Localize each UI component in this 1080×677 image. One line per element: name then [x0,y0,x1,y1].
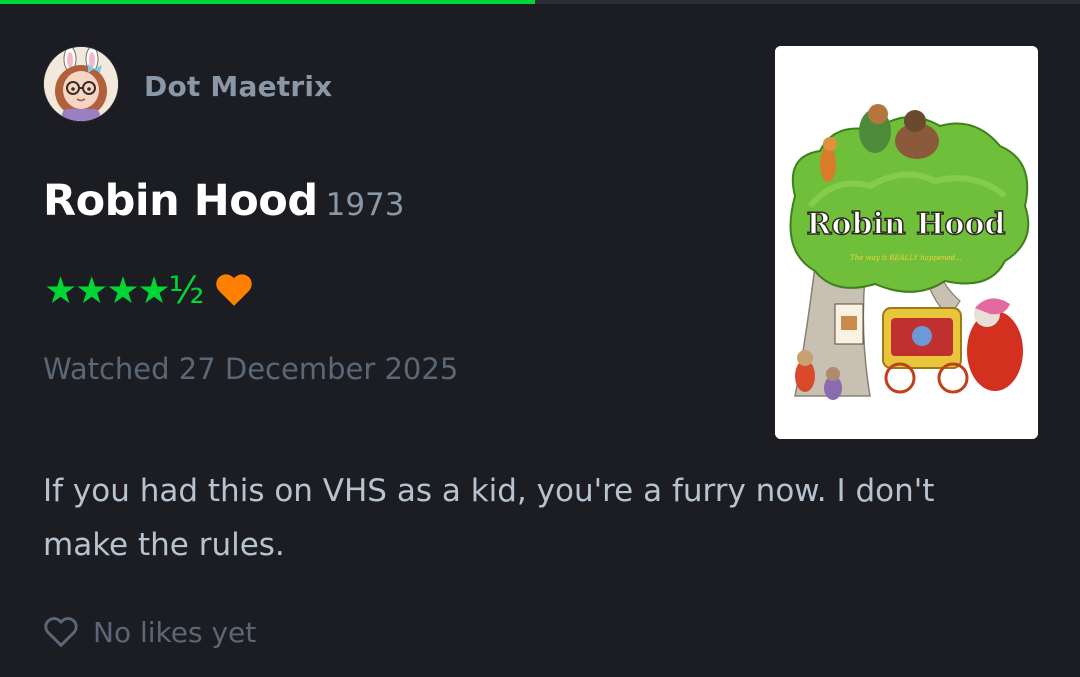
likes-count-label: No likes yet [93,615,257,649]
review-progress-track [0,0,1080,4]
watched-date: Watched 27 December 2025 [43,352,459,386]
author-name[interactable]: Dot Maetrix [144,70,332,103]
star-rating: ★★★★½ [44,268,205,312]
liked-heart-icon [215,274,252,306]
heart-outline-icon [44,617,78,647]
rating-row: ★★★★½ [44,270,253,310]
likes-button[interactable]: No likes yet [43,612,256,652]
author-avatar[interactable] [44,47,118,121]
review-text: If you had this on VHS as a kid, you're … [43,473,935,563]
review-progress-fill [0,0,535,4]
film-heading: Robin Hood 1973 [43,176,405,226]
film-title[interactable]: Robin Hood [43,176,318,226]
poster-title: Robin Hood [807,207,1006,242]
poster-artwork: Robin Hood The way it REALLY happened... [775,46,1038,439]
film-poster[interactable]: Robin Hood The way it REALLY happened... [775,46,1038,439]
poster-tagline: The way it REALLY happened... [850,254,962,262]
film-year[interactable]: 1973 [326,187,405,223]
user-avatar-icon [44,47,118,121]
